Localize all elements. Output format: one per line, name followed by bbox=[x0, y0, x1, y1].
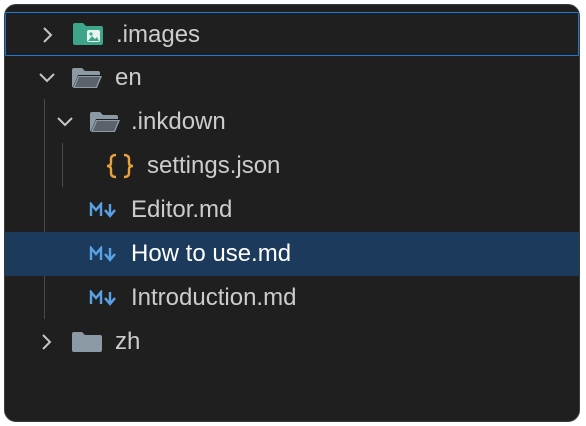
folder-open-icon bbox=[89, 111, 121, 133]
tree-item-images[interactable]: .images bbox=[5, 12, 579, 56]
tree-item-zh[interactable]: zh bbox=[5, 320, 579, 364]
tree-item-editor-md[interactable]: Editor.md bbox=[5, 188, 579, 232]
tree-item-label: Introduction.md bbox=[131, 284, 297, 311]
tree-item-label: en bbox=[115, 64, 142, 91]
markdown-icon bbox=[89, 246, 119, 262]
chevron-right-icon[interactable] bbox=[37, 24, 59, 46]
tree-item-how-to-use-md[interactable]: How to use.md bbox=[5, 232, 579, 276]
tree-item-label: .images bbox=[116, 21, 201, 48]
tree-item-inkdown[interactable]: .inkdown bbox=[5, 100, 579, 144]
tree-item-label: .inkdown bbox=[131, 108, 226, 135]
file-explorer: .images en .inkdown settings.json Editor… bbox=[4, 4, 580, 422]
tree-item-label: How to use.md bbox=[131, 240, 292, 267]
tree-item-label: Editor.md bbox=[131, 196, 233, 223]
chevron-right-icon[interactable] bbox=[36, 331, 58, 353]
json-icon bbox=[105, 153, 135, 179]
tree-item-en[interactable]: en bbox=[5, 56, 579, 100]
tree-item-label: settings.json bbox=[147, 152, 281, 179]
chevron-down-icon[interactable] bbox=[36, 67, 58, 89]
image-folder-icon bbox=[72, 22, 104, 46]
folder-open-icon bbox=[71, 67, 103, 89]
tree-item-settings-json[interactable]: settings.json bbox=[5, 144, 579, 188]
markdown-icon bbox=[89, 202, 119, 218]
tree-item-introduction-md[interactable]: Introduction.md bbox=[5, 276, 579, 320]
chevron-down-icon[interactable] bbox=[54, 111, 76, 133]
markdown-icon bbox=[89, 290, 119, 306]
folder-icon bbox=[71, 331, 103, 353]
tree-item-label: zh bbox=[115, 328, 141, 355]
